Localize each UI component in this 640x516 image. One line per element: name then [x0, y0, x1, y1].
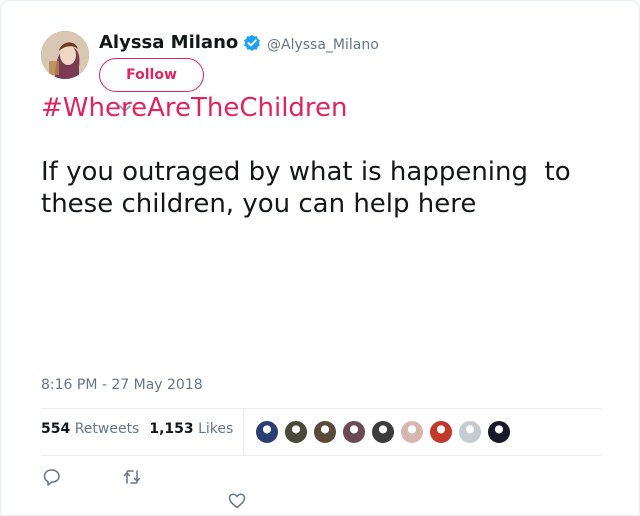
liker-avatar-9[interactable]	[487, 420, 511, 444]
retweets-stat[interactable]: 554 Retweets	[41, 421, 139, 437]
liker-avatar-8[interactable]	[458, 420, 482, 444]
likes-stat[interactable]: 1,153 Likes	[149, 421, 233, 437]
liker-avatar-4[interactable]	[342, 420, 366, 444]
tweet-card: Alyssa Milano @Alyssa_Milano Follow #Whe…	[0, 0, 640, 516]
verified-badge-icon	[243, 34, 261, 52]
author-handle[interactable]: @Alyssa_Milano	[267, 37, 379, 53]
hashtag-link[interactable]: #WhereAreTheChildren	[41, 93, 348, 123]
reply-icon[interactable]	[42, 467, 62, 487]
tweet-timestamp[interactable]: 8:16 PM - 27 May 2018	[41, 377, 203, 393]
engagement-stats: 554 Retweets 1,153 Likes	[41, 421, 233, 437]
liker-avatar-1[interactable]	[255, 420, 279, 444]
liker-avatar-3[interactable]	[313, 420, 337, 444]
divider-bottom	[41, 455, 601, 456]
author-name[interactable]: Alyssa Milano	[99, 32, 238, 53]
stats-separator	[243, 409, 244, 455]
heart-icon[interactable]	[227, 491, 247, 511]
liker-avatar-5[interactable]	[371, 420, 395, 444]
divider-top	[41, 408, 601, 409]
retweet-icon[interactable]	[122, 467, 142, 487]
author-avatar[interactable]	[41, 31, 89, 79]
likes-count: 1,153	[149, 421, 194, 437]
liker-avatar-7[interactable]	[429, 420, 453, 444]
retweets-count: 554	[41, 421, 71, 437]
liker-avatar-2[interactable]	[284, 420, 308, 444]
likes-label: Likes	[198, 421, 234, 437]
liker-avatar-6[interactable]	[400, 420, 424, 444]
tweet-text: If you outraged by what is happening to …	[41, 157, 579, 219]
retweets-label: Retweets	[74, 421, 140, 437]
follow-button[interactable]: Follow	[99, 58, 204, 92]
